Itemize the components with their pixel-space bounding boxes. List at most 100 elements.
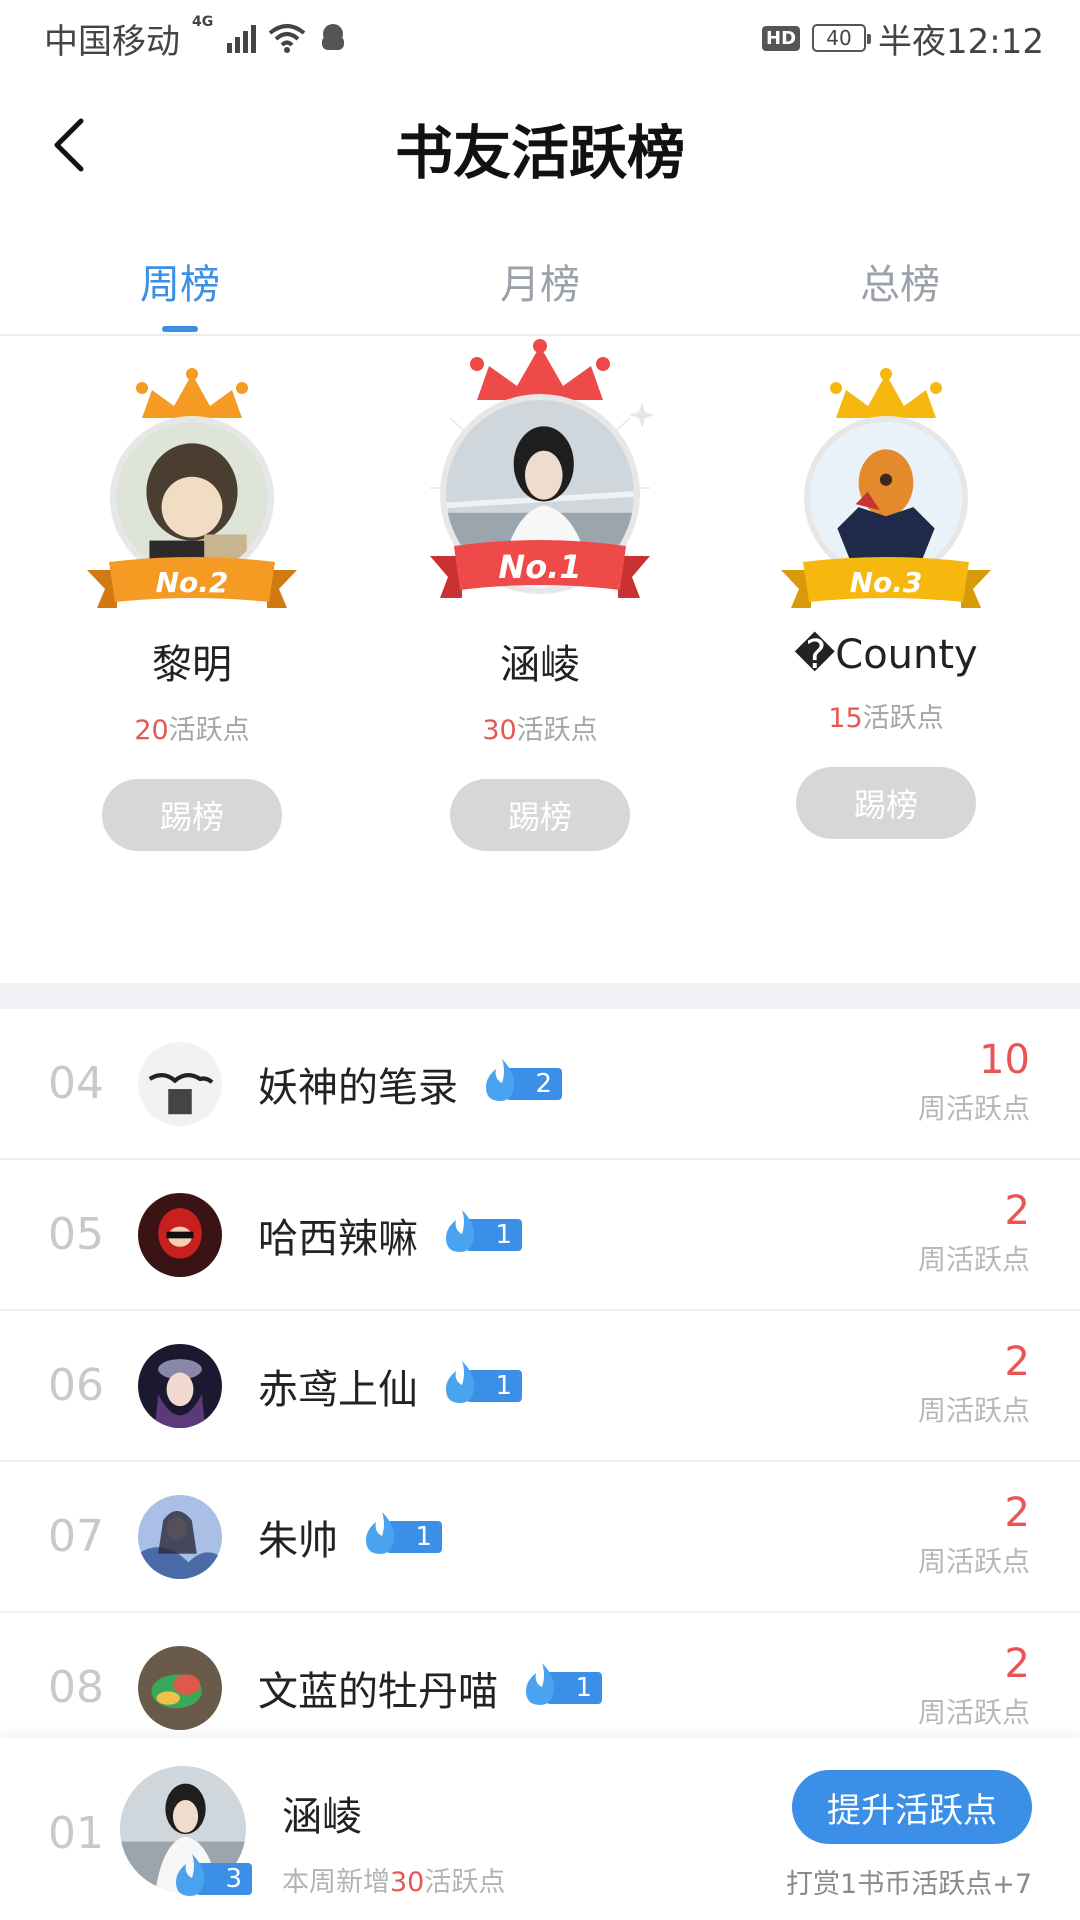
tab-label: 总榜	[860, 262, 940, 308]
podium-name: �County	[794, 632, 978, 678]
status-bar: 中国移动 4G HD 40 半夜12:12	[0, 0, 1080, 76]
avatar[interactable]	[138, 1494, 222, 1579]
avatar[interactable]	[138, 1645, 222, 1730]
points-value: 2	[1004, 1641, 1030, 1687]
gain-suffix: 活跃点	[424, 1867, 506, 1898]
my-level-badge: 3	[172, 1854, 252, 1896]
battery-icon: 40	[812, 24, 872, 52]
row-name-group: 朱帅 1	[258, 1508, 442, 1566]
row-points: 2 周活跃点	[918, 1339, 1030, 1429]
list-item[interactable]: 04 妖神的笔录 2 10 周活跃点	[0, 1009, 1080, 1160]
row-name-group: 哈西辣嘛 1	[258, 1206, 522, 1264]
row-name-group: 赤鸢上仙 1	[258, 1357, 522, 1415]
kick-button[interactable]: 踢榜	[450, 779, 630, 851]
row-points: 2 周活跃点	[918, 1490, 1030, 1580]
gain-value: 30	[390, 1867, 425, 1898]
level-badge: 2	[482, 1058, 562, 1101]
tab-monthly[interactable]: 月榜	[424, 216, 656, 334]
tab-total[interactable]: 总榜	[656, 216, 1080, 334]
flame-icon	[446, 1209, 475, 1252]
rank-ribbon: No.1	[430, 538, 650, 606]
rank-number: 06	[48, 1360, 104, 1411]
flame-icon	[176, 1854, 205, 1896]
app-notification-icon	[322, 24, 345, 50]
tab-weekly[interactable]: 周榜	[0, 216, 424, 334]
user-name: 妖神的笔录	[258, 1064, 458, 1111]
avatar-image	[138, 1343, 222, 1428]
points-value: 2	[1004, 1339, 1030, 1385]
signal-icon	[227, 23, 257, 53]
avatar-frame: No.2	[62, 368, 322, 616]
points-label: 周活跃点	[917, 1243, 1030, 1276]
tab-bar: 周榜 月榜 总榜	[0, 216, 1080, 336]
points-value: 2	[1004, 1490, 1030, 1536]
rank-label: No.2	[155, 565, 229, 599]
points-label: 周活跃点	[917, 1545, 1030, 1578]
rank-ribbon: No.2	[87, 556, 297, 616]
user-name: 哈西辣嘛	[258, 1215, 418, 1262]
list-item[interactable]: 07 朱帅 1 2 周活跃点	[0, 1462, 1080, 1613]
level-badge: 1	[522, 1662, 602, 1705]
tab-label: 周榜	[140, 262, 220, 308]
carrier-name: 中国移动	[44, 21, 180, 62]
top-three-podium: No.2 黎明 20活跃点 踢榜 No.1 涵崚 30活跃点 踢榜 No.3 �…	[0, 338, 1080, 983]
rank-label: No.3	[849, 565, 923, 599]
my-rank-number: 01	[48, 1808, 104, 1859]
hd-badge: HD	[762, 25, 801, 51]
flame-icon	[446, 1360, 475, 1403]
points-unit: 活跃点	[862, 703, 944, 734]
list-item[interactable]: 06 赤鸢上仙 1 2 周活跃点	[0, 1311, 1080, 1462]
row-points: 2 周活跃点	[918, 1641, 1030, 1731]
row-points: 2 周活跃点	[918, 1188, 1030, 1278]
avatar[interactable]	[138, 1192, 222, 1277]
flame-icon	[486, 1058, 515, 1101]
my-rank-bar: 01 3 涵崚 本周新增30活跃点 提升活跃点 打赏1书币活跃点+7	[0, 1738, 1080, 1920]
points-label: 周活跃点	[917, 1696, 1030, 1729]
rank-number: 05	[48, 1209, 104, 1260]
user-name: 朱帅	[258, 1517, 338, 1564]
podium-points: 30活跃点	[482, 708, 597, 747]
flame-icon	[366, 1511, 395, 1554]
kick-button[interactable]: 踢榜	[796, 767, 976, 839]
rank-ribbon: No.3	[781, 556, 991, 616]
avatar[interactable]	[138, 1041, 222, 1126]
points-value: 20	[134, 715, 169, 746]
avatar-image	[810, 422, 962, 574]
list-item[interactable]: 05 哈西辣嘛 1 2 周活跃点	[0, 1160, 1080, 1311]
rank-number: 08	[48, 1662, 104, 1713]
status-left: 中国移动 4G	[44, 14, 348, 63]
header: 书友活跃榜	[0, 76, 1080, 216]
user-name: 文蓝的牡丹喵	[258, 1668, 498, 1715]
avatar-image	[138, 1041, 222, 1126]
avatar-image	[138, 1645, 222, 1730]
boost-activity-button[interactable]: 提升活跃点	[792, 1770, 1032, 1844]
rank-number: 07	[48, 1511, 104, 1562]
avatar-image	[138, 1192, 222, 1277]
avatar[interactable]	[138, 1343, 222, 1428]
podium-name: 涵崚	[500, 642, 580, 688]
my-name: 涵崚	[282, 1794, 362, 1840]
points-label: 周活跃点	[917, 1092, 1030, 1125]
status-right: HD 40 半夜12:12	[762, 14, 1044, 63]
user-name: 赤鸢上仙	[258, 1366, 418, 1413]
podium-points: 15活跃点	[828, 696, 943, 735]
podium-name: 黎明	[152, 642, 232, 688]
flame-icon	[526, 1662, 555, 1705]
points-value: 15	[828, 703, 863, 734]
avatar-frame: No.1	[410, 338, 670, 616]
points-value: 10	[979, 1037, 1030, 1083]
points-label: 周活跃点	[917, 1394, 1030, 1427]
points-value: 2	[1004, 1188, 1030, 1234]
level-badge: 1	[442, 1360, 522, 1403]
avatar-image	[138, 1494, 222, 1579]
section-divider	[0, 983, 1080, 1009]
podium-third: No.3 �County 15活跃点 踢榜	[756, 368, 1016, 839]
kick-button[interactable]: 踢榜	[102, 779, 282, 851]
tab-active-indicator	[162, 326, 198, 332]
podium-second: No.2 黎明 20活跃点 踢榜	[62, 368, 322, 851]
tab-label: 月榜	[500, 262, 580, 308]
ranking-list: 04 妖神的笔录 2 10 周活跃点 05 哈西辣嘛 1 2 周活跃点 06 赤…	[0, 1009, 1080, 1764]
podium-first: No.1 涵崚 30活跃点 踢榜	[410, 338, 670, 851]
podium-points: 20活跃点	[134, 708, 249, 747]
network-type: 4G	[192, 13, 214, 30]
